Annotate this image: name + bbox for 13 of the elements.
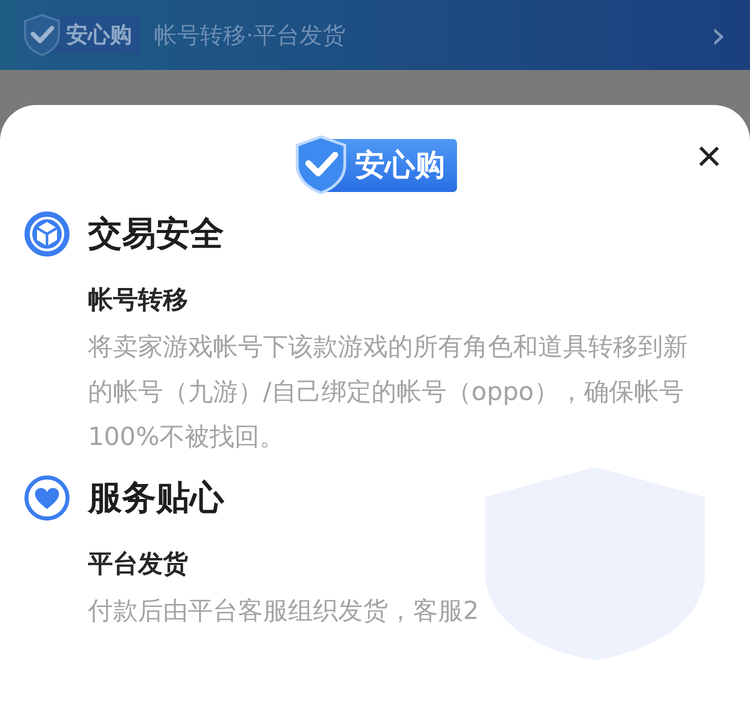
- banner-text: 帐号转移·平台发货: [154, 22, 346, 50]
- shield-check-icon: [22, 13, 62, 57]
- section-title: 服务贴心: [88, 477, 224, 520]
- promo-banner[interactable]: 安心购 帐号转移·平台发货 ›: [0, 0, 750, 70]
- section-description: 将卖家游戏帐号下该款游戏的所有角色和道具转移到新的帐号（九游）/自己绑定的帐号（oppo），确保帐号100%不被找回。: [88, 331, 689, 453]
- section-description: 付款后由平台客服组织发货，客服2: [88, 595, 480, 627]
- chevron-icon[interactable]: ›: [710, 16, 726, 54]
- section-subtitle: 帐号转移: [88, 284, 189, 316]
- section-title: 交易安全: [88, 213, 224, 256]
- section-subtitle: 平台发货: [88, 548, 189, 580]
- shield-check-icon: [293, 134, 349, 196]
- close-button[interactable]: ×: [692, 135, 726, 179]
- cube-icon: [24, 211, 70, 257]
